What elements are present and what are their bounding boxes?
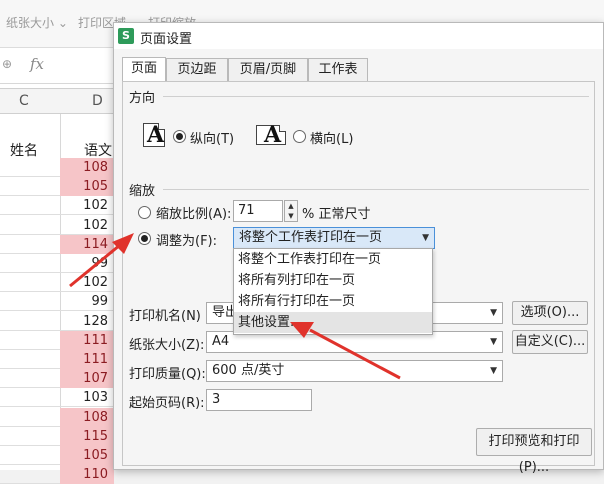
arrow-to-fit-radio <box>69 233 134 288</box>
annotation-arrows <box>69 233 401 380</box>
arrow-to-other-settings <box>290 322 401 380</box>
